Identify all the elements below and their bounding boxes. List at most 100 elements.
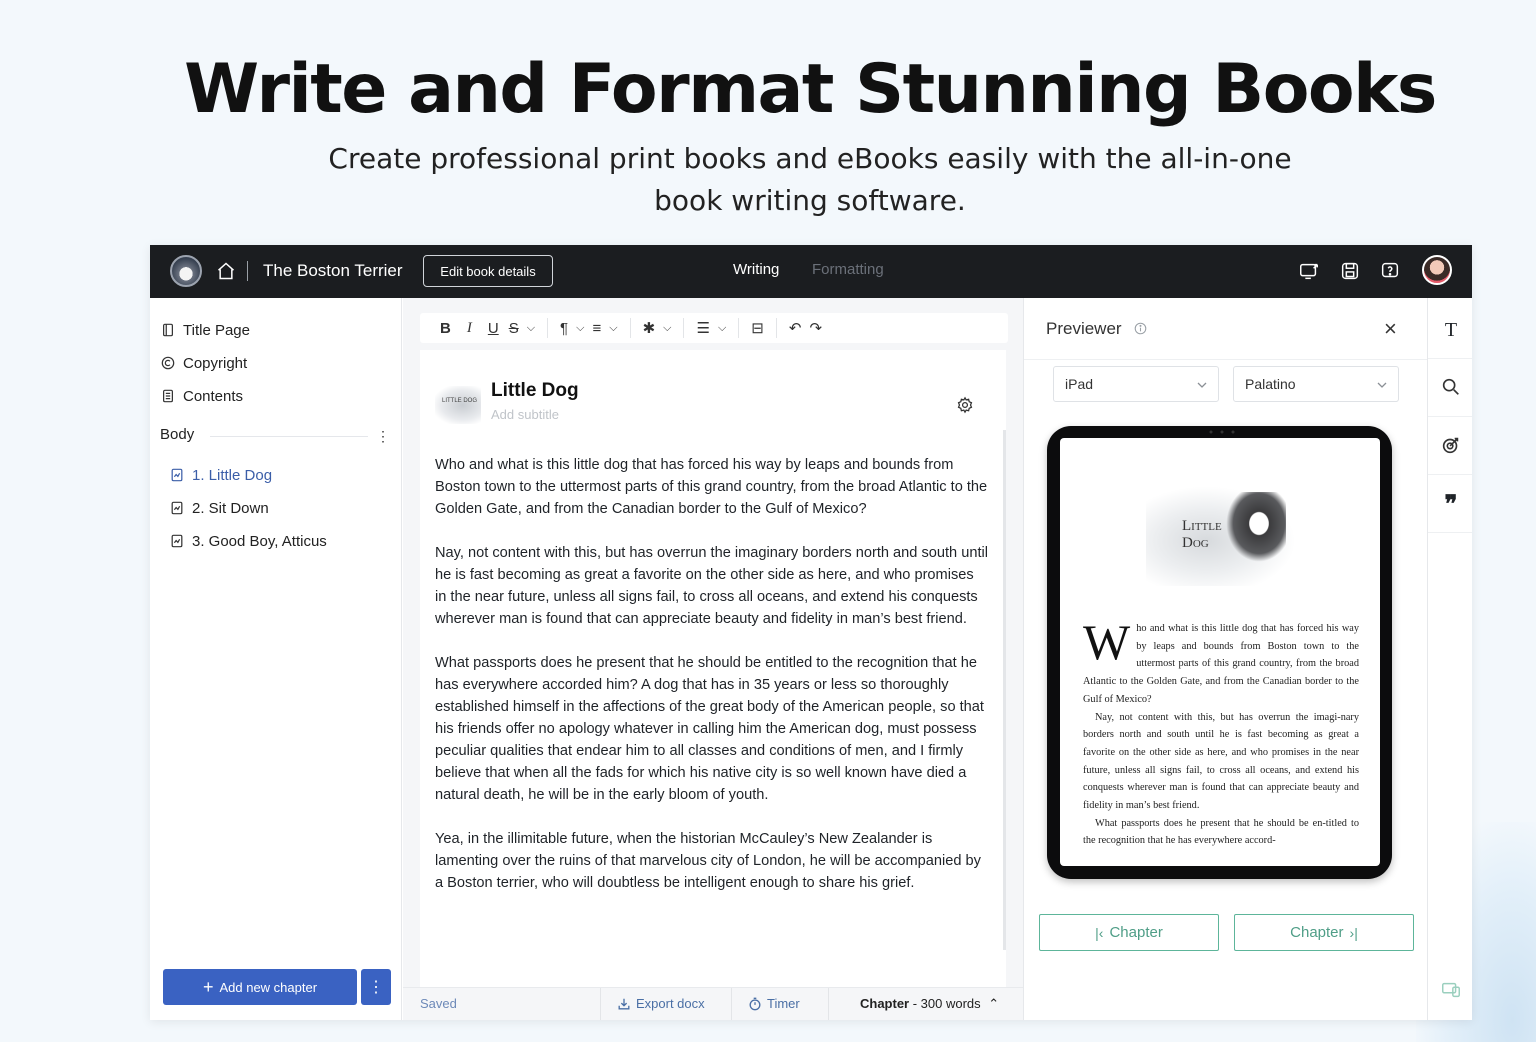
- sidebar-item-label: Copyright: [183, 354, 248, 372]
- dog-illustration: [1226, 492, 1286, 562]
- chevron-down-icon[interactable]: ⌵: [572, 317, 588, 339]
- preview-paragraph: Nay, not content with this, but has over…: [1083, 711, 1359, 812]
- sidebar-item-copyright[interactable]: Copyright: [161, 352, 247, 374]
- device-select[interactable]: iPad: [1053, 366, 1219, 402]
- skip-back-icon: |‹: [1095, 924, 1104, 941]
- timer-button[interactable]: Timer: [748, 996, 800, 1011]
- scrollbar[interactable]: [1003, 430, 1006, 950]
- chapter-text[interactable]: Who and what is this little dog that has…: [435, 454, 989, 916]
- sidebar-item-title-page[interactable]: Title Page: [161, 319, 250, 341]
- hero-title: Write and Format Stunning Books: [184, 50, 1437, 129]
- book-title: The Boston Terrier: [263, 261, 403, 280]
- word-count[interactable]: Chapter - 300 words ⌃: [860, 996, 999, 1012]
- divider: [731, 988, 732, 1020]
- divider: [738, 318, 740, 338]
- asterisk-icon[interactable]: ✱: [639, 317, 660, 339]
- subtitle-input[interactable]: Add subtitle: [491, 407, 559, 422]
- previewer-panel: Previewer × iPad Palatino Little Dog W h…: [1023, 298, 1428, 1020]
- chevron-up-icon: ⌃: [988, 996, 1000, 1011]
- home-icon[interactable]: [216, 261, 236, 281]
- bold-icon[interactable]: B: [436, 317, 455, 339]
- edit-book-details-button[interactable]: Edit book details: [423, 255, 553, 287]
- next-chapter-button[interactable]: Chapter ›|: [1234, 914, 1414, 951]
- sidebar-item-chapter-3[interactable]: 3. Good Boy, Atticus: [170, 530, 327, 552]
- export-icon: [618, 998, 630, 1009]
- add-chapter-options-button[interactable]: ⋮: [361, 969, 391, 1005]
- divider: [629, 318, 631, 338]
- sidebar: Title Page Copyright Contents Body ⋮ 1. …: [150, 298, 402, 1020]
- paragraph[interactable]: What passports does he present that he s…: [435, 652, 989, 806]
- underline-icon[interactable]: U: [484, 317, 503, 339]
- sidebar-item-label: 3. Good Boy, Atticus: [192, 532, 327, 550]
- font-select-value: Palatino: [1245, 376, 1296, 392]
- help-icon[interactable]: [1379, 260, 1401, 282]
- export-docx-button[interactable]: Export docx: [617, 996, 705, 1011]
- plus-icon: +: [202, 977, 214, 997]
- add-chapter-label: Add new chapter: [219, 979, 318, 995]
- divider: [247, 261, 248, 281]
- close-icon[interactable]: ×: [1384, 318, 1397, 340]
- sidebar-item-label: Contents: [183, 387, 244, 405]
- chevron-down-icon: [1377, 382, 1387, 388]
- previous-chapter-button[interactable]: |‹ Chapter: [1039, 914, 1219, 951]
- text-style-icon[interactable]: T: [1440, 319, 1462, 341]
- app-logo[interactable]: [170, 255, 202, 287]
- sidebar-item-label: 2. Sit Down: [192, 499, 269, 517]
- redo-icon[interactable]: ↷: [805, 317, 826, 339]
- timer-label: Timer: [767, 996, 800, 1011]
- info-icon[interactable]: [1134, 322, 1147, 335]
- body-section-label: Body: [160, 426, 195, 443]
- tab-formatting[interactable]: Formatting: [812, 261, 884, 278]
- word-count-value: - 300 words: [909, 996, 981, 1011]
- save-icon[interactable]: [1339, 260, 1361, 282]
- chapter-icon: [171, 534, 183, 548]
- app-window: The Boston Terrier Edit book details Wri…: [150, 245, 1472, 1020]
- sidebar-item-label: Title Page: [183, 321, 250, 339]
- quote-icon[interactable]: ❞: [1440, 489, 1462, 518]
- list-icon[interactable]: ☰: [692, 317, 713, 339]
- camera-icon: [1209, 430, 1235, 434]
- paragraph[interactable]: Who and what is this little dog that has…: [435, 454, 989, 520]
- next-chapter-label: Chapter: [1290, 924, 1344, 941]
- divider: [1428, 474, 1472, 475]
- sync-icon[interactable]: [1298, 260, 1320, 282]
- previewer-header: Previewer ×: [1024, 298, 1428, 360]
- search-icon[interactable]: [1440, 376, 1462, 398]
- tablet-preview: Little Dog W ho and what is this little …: [1047, 426, 1392, 879]
- sidebar-item-label: 1. Little Dog: [192, 466, 273, 484]
- italic-icon[interactable]: I: [463, 317, 476, 339]
- divider: [1428, 416, 1472, 417]
- chapter-image[interactable]: LITTLE DOG: [435, 386, 481, 424]
- list-icon: [163, 389, 173, 403]
- more-icon[interactable]: ⋮: [376, 428, 390, 444]
- paragraph-icon[interactable]: ¶: [556, 317, 572, 339]
- font-select[interactable]: Palatino: [1233, 366, 1399, 402]
- goal-icon[interactable]: [1440, 434, 1462, 456]
- sidebar-item-contents[interactable]: Contents: [161, 385, 243, 407]
- divider: [683, 318, 685, 338]
- device-toggle-icon[interactable]: [1440, 979, 1462, 1001]
- chevron-down-icon[interactable]: ⌵: [659, 317, 675, 339]
- page-icon: [163, 323, 173, 337]
- tab-writing[interactable]: Writing: [733, 261, 779, 278]
- chevron-down-icon[interactable]: ⌵: [523, 317, 539, 339]
- chevron-down-icon[interactable]: ⌵: [714, 317, 730, 339]
- skip-forward-icon: ›|: [1349, 924, 1358, 941]
- paragraph[interactable]: Nay, not content with this, but has over…: [435, 542, 989, 630]
- sidebar-item-chapter-1[interactable]: 1. Little Dog: [170, 464, 272, 486]
- user-avatar[interactable]: [1422, 255, 1452, 285]
- gear-icon[interactable]: [956, 396, 974, 414]
- strikethrough-icon[interactable]: S: [505, 317, 523, 339]
- right-tool-rail: T ❞: [1427, 298, 1472, 1020]
- align-icon[interactable]: ≡: [588, 317, 605, 339]
- page-break-icon[interactable]: ⊟: [747, 317, 768, 339]
- sidebar-item-chapter-2[interactable]: 2. Sit Down: [170, 497, 269, 519]
- export-label: Export docx: [636, 996, 705, 1011]
- paragraph[interactable]: Yea, in the illimitable future, when the…: [435, 828, 989, 894]
- chapter-title[interactable]: Little Dog: [491, 380, 579, 402]
- chevron-down-icon[interactable]: ⌵: [605, 317, 621, 339]
- editor-page[interactable]: LITTLE DOG Little Dog Add subtitle Who a…: [420, 350, 1006, 990]
- add-new-chapter-button[interactable]: + Add new chapter: [163, 969, 357, 1005]
- previewer-title: Previewer: [1046, 319, 1122, 338]
- undo-icon[interactable]: ↶: [785, 317, 806, 339]
